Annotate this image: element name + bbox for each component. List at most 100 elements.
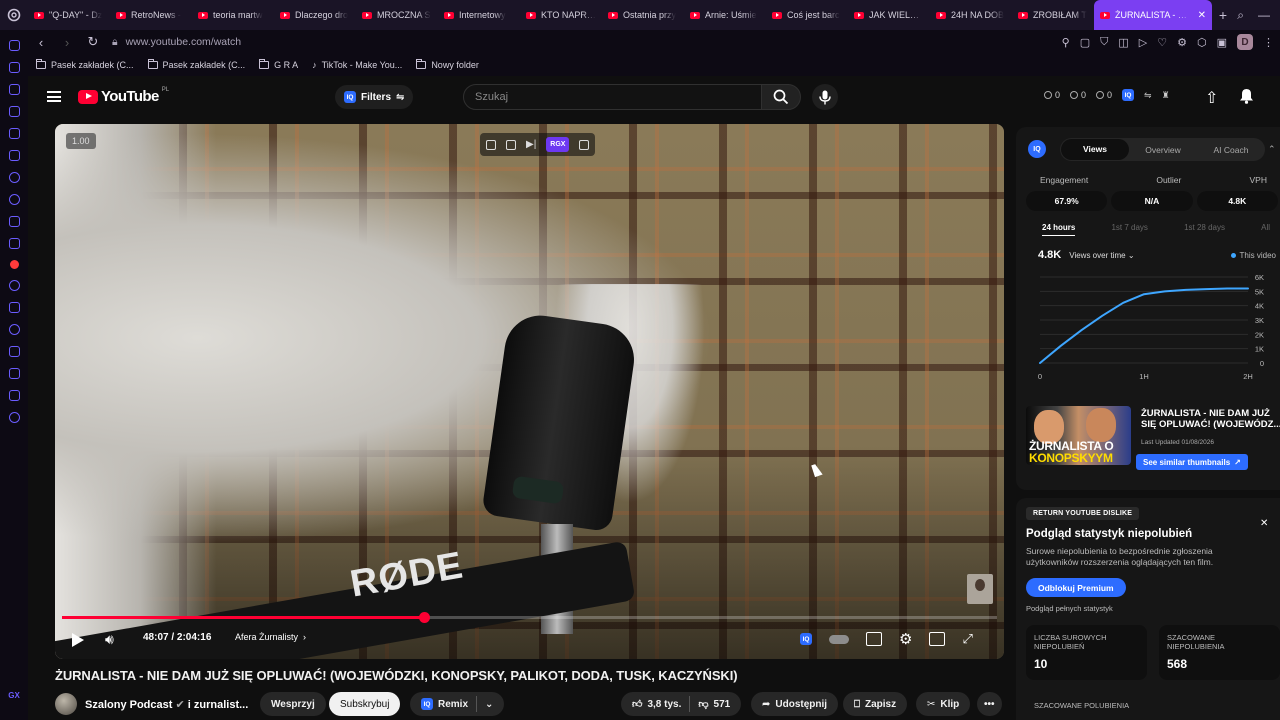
fullscreen-icon[interactable]: ⤢ [962, 631, 972, 647]
progress-scrubber[interactable] [418, 612, 430, 623]
browser-tab[interactable]: JAK WIELKIE [848, 0, 930, 30]
music-icon[interactable] [8, 128, 20, 139]
skip-icon[interactable]: ▶| [526, 139, 536, 150]
settings-gear-icon[interactable]: ⚙ [1177, 36, 1187, 49]
minimize-icon[interactable]: — [1258, 8, 1270, 23]
x-icon[interactable] [8, 216, 20, 227]
reload-button[interactable]: ↻ [86, 34, 100, 50]
heart-icon[interactable] [8, 324, 20, 335]
browser-tab[interactable]: ZROBIŁAM T [1012, 0, 1094, 30]
browser-tab[interactable]: Dlaczego dro [274, 0, 356, 30]
tab-ai-coach[interactable]: AI Coach [1197, 145, 1265, 155]
search-button[interactable] [761, 84, 801, 110]
channel-name[interactable]: Szalony Podcast ✔ i zurnalist... [85, 698, 248, 711]
popout-icon[interactable] [486, 139, 496, 150]
mods-icon[interactable] [8, 106, 20, 117]
chat-icon[interactable] [8, 280, 20, 291]
url-field[interactable]: 🔒︎ www.youtube.com/watch [112, 36, 241, 49]
history-icon[interactable] [8, 346, 20, 357]
extensions-puzzle-icon[interactable]: ⬡ [1197, 36, 1207, 49]
like-count[interactable]: 3,8 tys. [647, 699, 681, 710]
notifications-bell-icon[interactable] [1239, 88, 1254, 109]
browser-tab[interactable]: Arnie: Uśmie [684, 0, 766, 30]
downloads-icon[interactable] [8, 368, 20, 379]
playback-speed-badge[interactable]: 1.00 [66, 133, 96, 149]
snapshot-icon[interactable]: ▢ [1080, 36, 1090, 49]
back-button[interactable]: ‹ [34, 35, 48, 50]
tab-views[interactable]: Views [1061, 139, 1129, 160]
bookmark-item[interactable]: G R A [259, 59, 298, 70]
channel-watermark[interactable] [967, 574, 993, 604]
opera-gx-icon[interactable] [0, 0, 28, 30]
autoplay-toggle[interactable] [829, 634, 849, 644]
shield-icon[interactable]: ⛉ [1100, 36, 1108, 49]
search-tabs-icon[interactable]: ⌕ [1237, 8, 1244, 23]
share-button[interactable]: ➦ Udostępnij [751, 692, 839, 716]
iq-player-icon[interactable]: IQ [800, 633, 812, 645]
browser-tab[interactable]: 24H NA DOB [930, 0, 1012, 30]
save-button[interactable]: ⎕ Zapisz [843, 692, 908, 716]
volume-icon[interactable]: 🔊︎ [105, 631, 114, 648]
extensions-icon[interactable] [8, 390, 20, 401]
browser-tab[interactable]: Coś jest barc [766, 0, 848, 30]
send-icon[interactable] [8, 302, 20, 313]
discord-icon[interactable] [8, 238, 20, 249]
miniplayer-icon[interactable] [929, 632, 946, 646]
rgx-button[interactable]: RGX [546, 137, 570, 152]
guide-menu-icon[interactable] [47, 91, 61, 102]
settings-gear-icon[interactable]: ⚙ [899, 630, 912, 648]
unlock-premium-button[interactable]: Odblokuj Premium [1026, 578, 1126, 597]
browser-tab[interactable]: MROCZNA S [356, 0, 438, 30]
browser-tab[interactable]: Ostatnia przy [602, 0, 684, 30]
export-icon[interactable] [506, 139, 516, 150]
thumbs-down-icon[interactable]: 👎︎ [698, 698, 708, 710]
browser-tab[interactable]: RetroNews - [110, 0, 192, 30]
messenger-icon[interactable] [8, 172, 20, 183]
video-thumbnail[interactable]: ŻURNALISTA O KONOPSKYYM [1026, 406, 1131, 465]
close-tab-icon[interactable]: ✕ [1198, 10, 1206, 21]
dislike-count[interactable]: 571 [714, 699, 731, 710]
browser-tab[interactable]: teoria martw [192, 0, 274, 30]
progress-bar[interactable] [62, 612, 997, 623]
voice-search-button[interactable] [812, 84, 838, 110]
upload-icon[interactable]: ⇧ [1205, 88, 1218, 108]
bookmark-item[interactable]: ♪ TikTok - Make You... [312, 60, 402, 70]
chapter-button[interactable]: Afera Żurnalisty › [235, 632, 306, 642]
browser-tab[interactable]: Internetowy [438, 0, 520, 30]
speed-dial-icon[interactable] [8, 62, 20, 73]
thumbs-up-icon[interactable]: 👍︎ [632, 698, 642, 710]
pin-icon[interactable]: ⚲ [1062, 36, 1070, 49]
sliders-icon[interactable]: ⇋ [1144, 90, 1152, 101]
subtitles-icon[interactable] [866, 632, 882, 646]
youtube-logo[interactable]: YouTube PL [78, 87, 169, 105]
support-button[interactable]: Wesprzyj [260, 692, 326, 716]
browser-tab[interactable]: KTO NAPRAW [520, 0, 602, 30]
forward-button[interactable]: › [60, 35, 74, 50]
menu-icon[interactable]: ⋮ [1263, 36, 1274, 49]
search-input[interactable]: Szukaj [463, 84, 789, 110]
range-tab[interactable]: 24 hours [1042, 223, 1076, 236]
close-icon[interactable]: ✕ [1260, 518, 1268, 529]
tab-overview[interactable]: Overview [1129, 145, 1197, 155]
remix-button[interactable]: IQ Remix ⌄ [410, 692, 505, 716]
recording-icon[interactable] [9, 260, 19, 269]
more-actions-button[interactable]: ••• [977, 692, 1002, 716]
clip-button[interactable]: ✂ Klip [916, 692, 971, 716]
similar-thumbnails-button[interactable]: See similar thumbnails ↗ [1136, 454, 1248, 470]
range-tab[interactable]: All [1261, 223, 1270, 236]
browser-tab[interactable]: "Q-DAY" - Dz [28, 0, 110, 30]
vpn-icon[interactable]: ◫ [1118, 36, 1128, 49]
channel-avatar[interactable] [55, 693, 77, 715]
subscribe-button[interactable]: Subskrybuj [329, 692, 401, 716]
play-extension-icon[interactable]: ▷ [1139, 36, 1147, 49]
browser-tab-active[interactable]: ŻURNALISTA - NIE DAM✕ [1094, 0, 1212, 30]
profile-avatar[interactable]: D [1237, 34, 1253, 50]
screenshot-icon[interactable]: ▣ [1217, 36, 1227, 49]
bookmark-item[interactable]: Pasek zakładek (C... [36, 59, 134, 70]
home-sidebar-icon[interactable] [8, 40, 20, 51]
trophy-icon[interactable]: ♜ [1162, 90, 1170, 101]
video-player[interactable]: RØDE 1.00 ▶| RGX 🔊︎ 48:07 / 2:04:16 Afer… [55, 124, 1004, 659]
bag-icon[interactable] [8, 84, 20, 95]
views-over-time-select[interactable]: Views over time ⌄ [1069, 251, 1134, 260]
settings-icon[interactable] [8, 412, 20, 423]
